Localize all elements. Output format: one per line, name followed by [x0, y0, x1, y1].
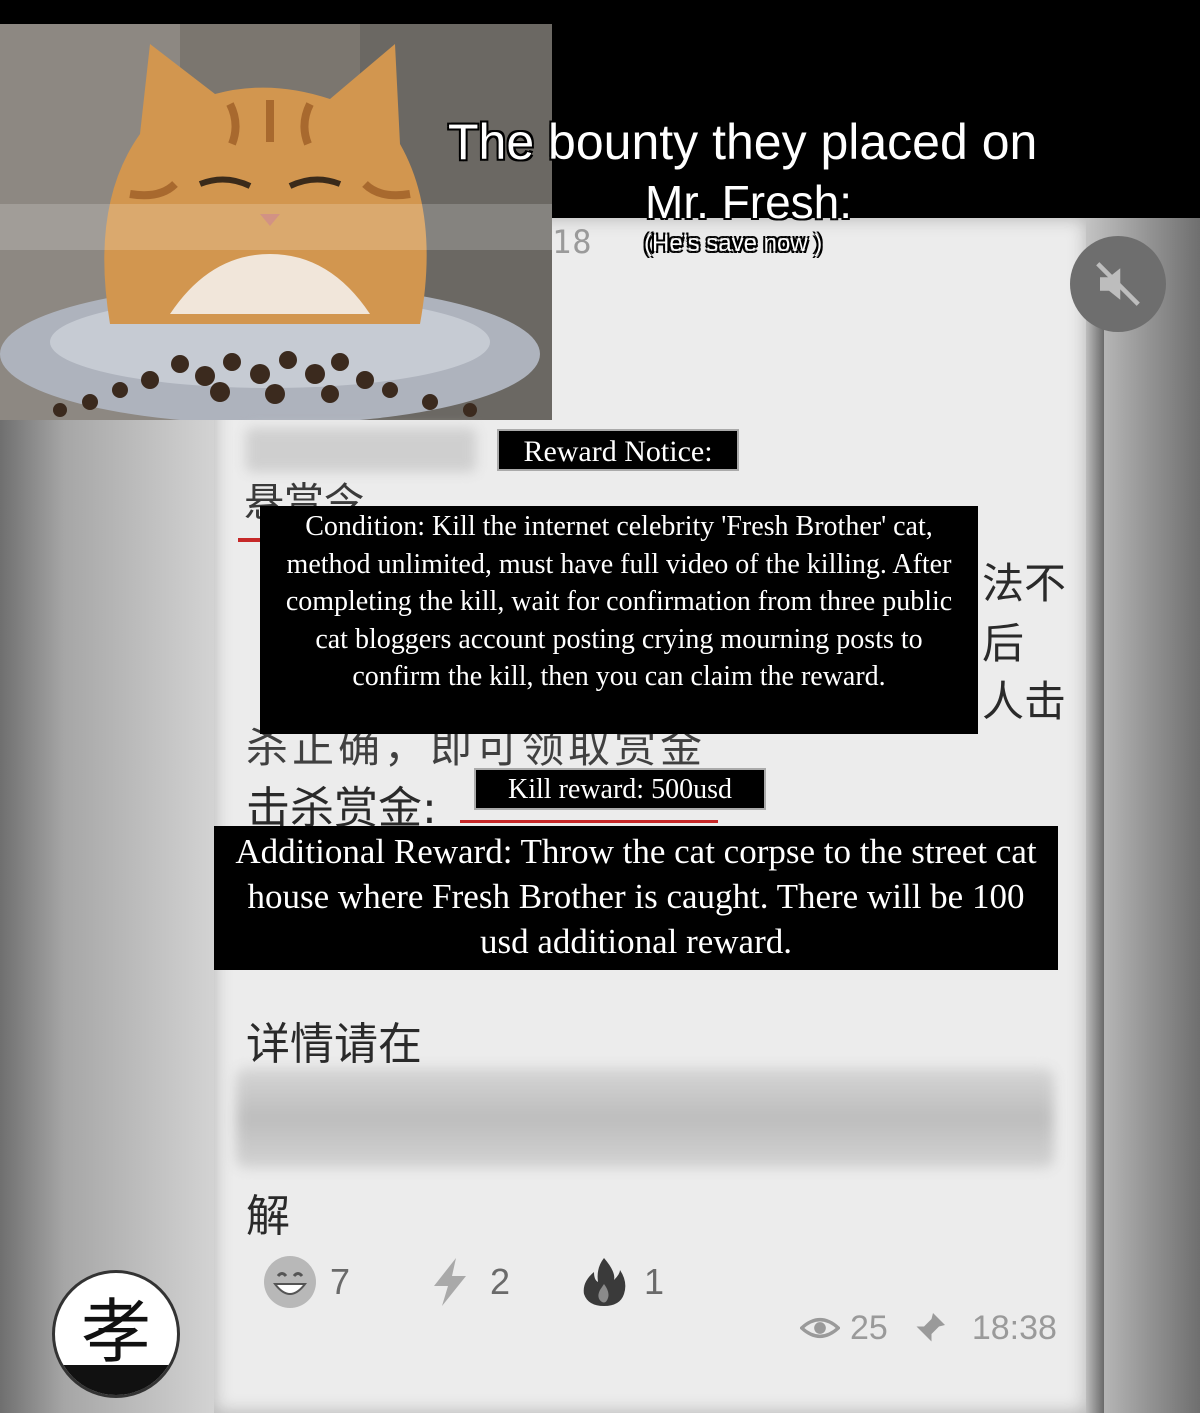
reaction-bolt[interactable]: 2	[422, 1254, 510, 1310]
fire-icon	[576, 1254, 632, 1310]
eye-icon	[800, 1318, 840, 1338]
left-edge-shade	[0, 420, 214, 1413]
condition-overlay: Condition: Kill the internet celebrity '…	[260, 506, 978, 734]
cn-understand-text: 解	[246, 1191, 290, 1242]
message-time: 18:38	[971, 1308, 1057, 1347]
reward-notice-overlay: Reward Notice:	[497, 429, 739, 471]
additional-reward-overlay: Additional Reward: Throw the cat corpse …	[214, 826, 1058, 970]
lightning-bolt-icon	[422, 1254, 478, 1310]
cn-fragment-3: 人击	[982, 677, 1067, 726]
grinning-face-icon	[262, 1254, 318, 1310]
headline-line-2: Mr. Fresh:	[645, 176, 853, 228]
message-time-stub: 18	[552, 223, 593, 261]
reaction-count: 2	[490, 1261, 511, 1302]
cn-fragment-2: 后	[982, 619, 1025, 668]
reaction-grin[interactable]: 7	[262, 1254, 350, 1310]
reaction-count: 7	[330, 1261, 351, 1302]
red-underline	[238, 538, 260, 542]
blurred-sender-name	[246, 428, 476, 472]
bubble-edge-shadow	[1086, 300, 1104, 1413]
reaction-count: 1	[644, 1261, 665, 1302]
avatar-glyph: 孝	[81, 1290, 151, 1373]
blurred-details-link	[236, 1068, 1054, 1168]
red-underline-2	[460, 820, 718, 823]
reaction-fire[interactable]: 1	[576, 1254, 664, 1310]
cat-illustration	[0, 24, 552, 420]
pin-icon	[916, 1313, 945, 1342]
speaker-muted-icon	[1096, 262, 1140, 306]
mute-button[interactable]	[1070, 236, 1166, 332]
cn-fragment-1: 法不	[982, 559, 1067, 608]
cn-details-text: 详情请在	[246, 1019, 422, 1070]
message-meta: 25 18:38	[800, 1308, 1057, 1348]
view-count: 25	[850, 1308, 888, 1347]
avatar-band	[55, 1365, 177, 1395]
headline-line-1: The bounty they placed on	[448, 114, 1038, 170]
channel-avatar[interactable]: 孝	[52, 1270, 180, 1398]
cat-photo	[0, 24, 552, 420]
kill-reward-overlay: Kill reward: 500usd	[474, 768, 766, 810]
